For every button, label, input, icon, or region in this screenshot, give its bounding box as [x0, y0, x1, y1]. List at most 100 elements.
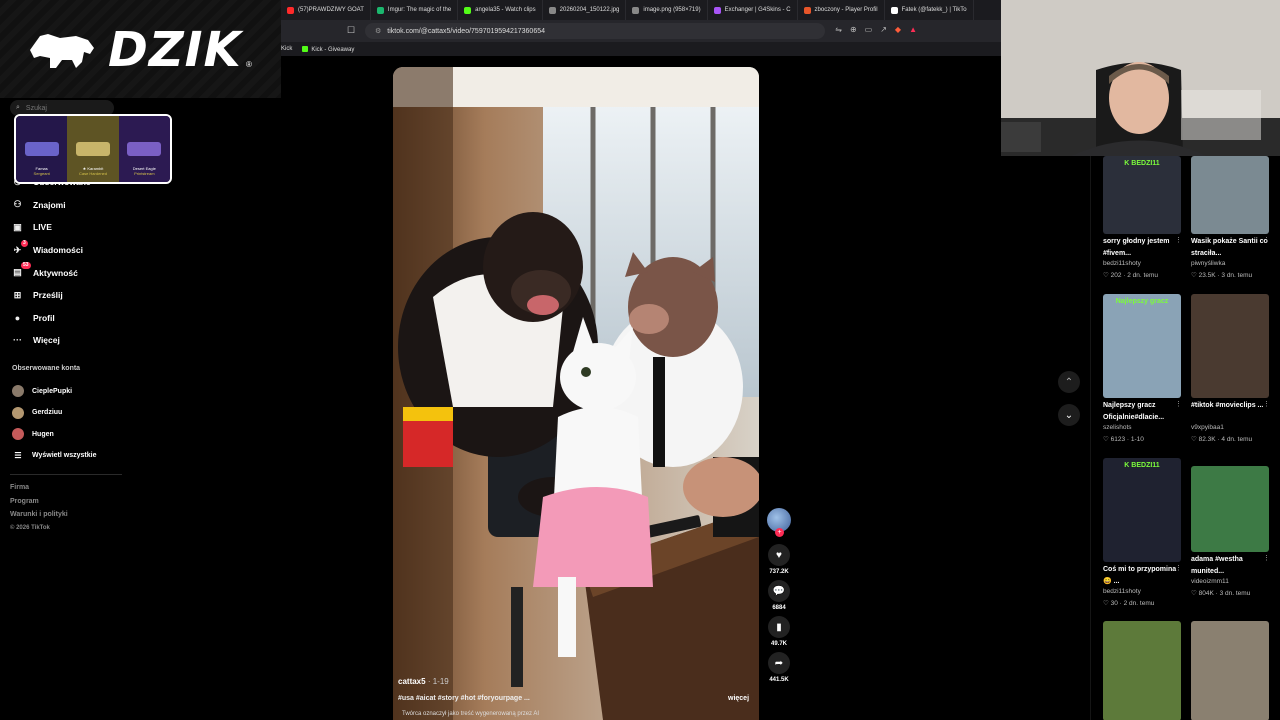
zoom-icon[interactable]: ⊕ [850, 25, 857, 34]
tab-favicon [632, 6, 640, 14]
avatar [12, 428, 24, 440]
bookmark-kick-giveaway[interactable]: Kick - Giveaway [302, 45, 354, 53]
more-options-icon[interactable]: ⋮ [1175, 564, 1182, 572]
tab-label: (57)PRAWDZIWY GOAT [298, 7, 364, 13]
video-thumbnail[interactable] [1191, 294, 1269, 398]
followed-account[interactable]: Gerdziuu [12, 406, 62, 419]
extension-icon[interactable]: ◆ [895, 25, 901, 34]
video-title[interactable]: Najlepszy gracz Oficjalnie#dlacie... [1103, 400, 1181, 423]
sidebar-item-profile[interactable]: ● Profil [12, 307, 162, 330]
video-thumbnail[interactable] [1103, 621, 1181, 720]
footer-link[interactable]: Warunki i polityki [10, 511, 68, 518]
browser-tab[interactable]: Imgur: The magic of the [371, 0, 459, 20]
tab-favicon [464, 6, 472, 14]
sidebar-item-label: Profil [33, 312, 55, 323]
url-field[interactable]: ⚙ tiktok.com/@cattax5/video/759701959421… [365, 23, 825, 39]
skin-sub: Sergeant [33, 171, 50, 176]
bookmark-star-icon[interactable]: ☐ [347, 25, 355, 36]
video-author[interactable]: cattax5 · 1-19 [398, 677, 449, 686]
creator-avatar[interactable]: + [767, 508, 791, 537]
video-title[interactable]: Coś mi to przypomina 😄 ... [1103, 564, 1181, 587]
more-options-icon[interactable]: ⋮ [1263, 400, 1270, 408]
logo-text: DZIK [108, 22, 242, 78]
bookmarks-bar: Kick Kick - Giveaway [281, 42, 1001, 56]
video-title[interactable]: Wasik pokaże Santii co straciła... [1191, 236, 1269, 259]
more-options-icon[interactable]: ⋮ [1263, 236, 1270, 244]
video-author[interactable]: bedzi11shoty [1103, 260, 1141, 267]
footer-link[interactable]: Program [10, 498, 39, 505]
video-title[interactable]: #tiktok #movieclips ... [1191, 400, 1269, 412]
save-button[interactable]: ▮ 49.7K [766, 616, 792, 647]
comment-button[interactable]: 💬 6884 [766, 580, 792, 611]
logo-registered: ® [246, 60, 252, 69]
browser-tab[interactable]: image.png (958×719) [626, 0, 708, 20]
browser-tab[interactable]: 20260204_150122.jpg [543, 0, 627, 20]
video-thumbnail[interactable]: K BEDZI11 [1103, 156, 1181, 234]
video-thumbnail[interactable] [1191, 466, 1269, 552]
like-button[interactable]: ♥ 737.2K [766, 544, 792, 575]
site-info-icon[interactable]: ⚙ [375, 27, 381, 35]
caption-more-button[interactable]: więcej [728, 695, 749, 702]
show-all-link[interactable]: ☰ Wyświetl wszystkie [12, 451, 96, 460]
sidebar-item-activity[interactable]: ▤ Aktywność 53 [12, 261, 162, 284]
video-hashtags[interactable]: #usa #aicat #story #hot #foryourpage ... [398, 695, 530, 702]
screen-icon[interactable]: ▭ [865, 25, 873, 34]
browser-tab[interactable]: (57)PRAWDZIWY GOAT [281, 0, 371, 20]
share-icon[interactable]: ↗ [880, 25, 887, 34]
share-count: 441.5K [769, 677, 789, 683]
notification-badge: 3 [21, 239, 28, 247]
url-actions: ⇋ ⊕ ▭ ↗ ◆ ▲ [835, 25, 917, 34]
browser-tab[interactable]: Fatek (@fatekk_) | TikTo [885, 0, 974, 20]
sidebar-item-upload[interactable]: ⊞ Prześlij [12, 284, 162, 307]
notification-badge: 53 [21, 262, 31, 270]
video-author[interactable]: videoizmm11 [1191, 578, 1229, 585]
sidebar-item-friends[interactable]: ⚇ Znajomi [12, 194, 162, 217]
video-thumbnail[interactable] [1191, 621, 1269, 720]
skin-card: Desert Eagle Printstream [118, 116, 170, 182]
sidebar-item-more[interactable]: ··· Więcej [12, 329, 162, 352]
bookmark-kick[interactable]: Kick [281, 46, 292, 52]
translate-icon[interactable]: ⇋ [835, 25, 842, 34]
video-author[interactable]: piwnyśliwka [1191, 260, 1225, 267]
video-title[interactable]: adama #westha munited... [1191, 554, 1269, 577]
next-video-button[interactable]: ⌄ [1058, 404, 1080, 426]
thumbnail-overlay-text: Najlepszy gracz [1115, 298, 1169, 305]
thumbnail-overlay-text: K BEDZI11 [1124, 462, 1160, 469]
more-options-icon[interactable]: ⋮ [1263, 554, 1270, 562]
save-count: 49.7K [770, 641, 787, 647]
footer-link[interactable]: Firma [10, 484, 29, 491]
browser-tab[interactable]: angela35 - Watch clips [458, 0, 543, 20]
skin-image [75, 142, 110, 156]
share-button[interactable]: ➦ 441.5K [766, 652, 792, 683]
sidebar-item-label: Aktywność [33, 267, 78, 278]
video-thumbnail[interactable] [1191, 156, 1269, 234]
more-icon: ··· [13, 335, 22, 346]
browser-tab[interactable]: Exchanger | G4Skins - C [708, 0, 798, 20]
webcam-feed [1001, 0, 1280, 156]
video-thumbnail[interactable]: K BEDZI11 [1103, 458, 1181, 562]
video-author[interactable]: bedzi11shoty [1103, 588, 1141, 595]
avatar [12, 385, 24, 397]
followed-accounts-title: Obserwowane konta [12, 365, 81, 372]
video-author[interactable]: szelishots [1103, 424, 1132, 431]
alert-icon[interactable]: ▲ [909, 25, 917, 34]
browser-tab[interactable]: zboczony - Player Profil [798, 0, 885, 20]
video-title[interactable]: sorry głodny jestem #fivem... [1103, 236, 1181, 259]
author-name: cattax5 [398, 677, 426, 686]
followed-account[interactable]: CieplePupki [12, 385, 72, 397]
previous-video-button[interactable]: ⌃ [1058, 371, 1080, 393]
video-thumbnail[interactable]: Najlepszy gracz [1103, 294, 1181, 398]
tab-label: Exchanger | G4Skins - C [724, 7, 791, 13]
share-arrow-icon: ➦ [768, 652, 790, 674]
tab-label: image.png (958×719) [643, 7, 701, 13]
sidebar-item-live[interactable]: ▣ LIVE [12, 216, 162, 239]
sidebar-item-messages[interactable]: ✈ Wiadomości 3 [12, 239, 162, 262]
video-author[interactable]: v9xpyibaa1 [1191, 424, 1224, 431]
more-options-icon[interactable]: ⋮ [1175, 236, 1182, 244]
video-player[interactable] [393, 67, 759, 720]
skin-card: ★ Karambit Case Hardened [67, 116, 119, 182]
more-options-icon[interactable]: ⋮ [1175, 400, 1182, 408]
tab-favicon [287, 6, 294, 14]
followed-account[interactable]: Hugen [12, 428, 54, 440]
follow-plus-icon[interactable]: + [775, 528, 784, 537]
